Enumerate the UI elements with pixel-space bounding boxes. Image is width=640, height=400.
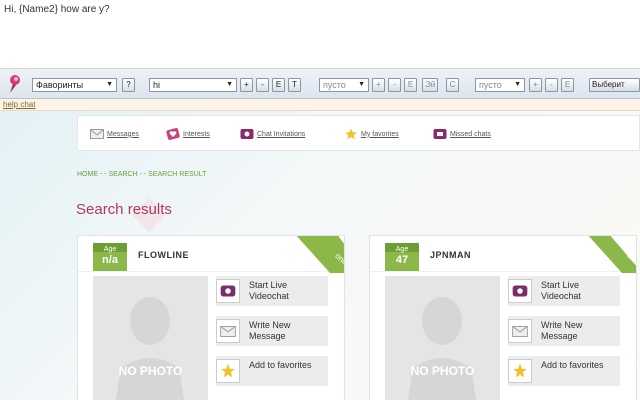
star-icon bbox=[345, 128, 357, 140]
missed-chat-icon bbox=[433, 129, 447, 139]
remove-template-button[interactable]: - bbox=[256, 78, 269, 92]
remove-button-2[interactable]: - bbox=[388, 78, 401, 92]
profile-photo[interactable]: NO PHOTO bbox=[93, 276, 208, 400]
empty-select-2-value: пусто bbox=[479, 80, 502, 90]
heart-card-icon bbox=[166, 128, 180, 140]
add-favorite-label: Add to favorites bbox=[249, 360, 312, 370]
no-photo-text: NO PHOTO bbox=[118, 364, 183, 378]
favorites-select[interactable]: Фаворинты ▼ bbox=[32, 78, 117, 92]
page-title: Search results bbox=[76, 201, 172, 218]
nav-item-favorites[interactable]: My favorites bbox=[344, 127, 399, 141]
add-button-3[interactable]: + bbox=[529, 78, 542, 92]
start-videochat-button[interactable]: Start Live Videochat bbox=[216, 276, 328, 306]
chevron-down-icon: ▼ bbox=[514, 81, 521, 88]
envelope-icon bbox=[508, 319, 532, 343]
remove-button-3[interactable]: - bbox=[545, 78, 558, 92]
empty-select-1[interactable]: пусто ▼ bbox=[319, 78, 369, 92]
message-template-select[interactable]: hi ▼ bbox=[149, 78, 237, 92]
nav-item-interests[interactable]: Interests bbox=[166, 127, 210, 141]
add-button-2[interactable]: + bbox=[372, 78, 385, 92]
online-ribbon: online bbox=[588, 236, 636, 273]
video-chat-icon bbox=[240, 129, 254, 139]
page-content: Messages Interests Chat Invitations My f… bbox=[0, 111, 640, 400]
person-silhouette-icon bbox=[407, 297, 477, 400]
help-chat-bar: help chat bbox=[0, 99, 640, 111]
breadcrumb[interactable]: HOME - - SEARCH - - SEARCH RESULT bbox=[77, 171, 206, 178]
age-badge: Age 47 bbox=[385, 243, 419, 271]
add-template-button[interactable]: + bbox=[240, 78, 253, 92]
age-value: n/a bbox=[102, 254, 118, 266]
text-template-button[interactable]: T bbox=[288, 78, 301, 92]
start-videochat-label: Start Live Videochat bbox=[249, 280, 289, 301]
nav-label-messages: Messages bbox=[107, 130, 139, 138]
ey-button[interactable]: Эй bbox=[422, 78, 439, 92]
nav-item-chat-invitations[interactable]: Chat Invitations bbox=[240, 127, 305, 141]
nav-label-chat-invitations: Chat Invitations bbox=[257, 130, 306, 138]
write-message-button[interactable]: Write New Message bbox=[508, 316, 620, 346]
envelope-icon bbox=[90, 129, 104, 139]
chevron-down-icon: ▼ bbox=[226, 81, 233, 88]
no-photo-text: NO PHOTO bbox=[410, 364, 475, 378]
edit-template-button[interactable]: E bbox=[272, 78, 285, 92]
message-template-value: hi bbox=[153, 80, 161, 90]
nav-label-interests: Interests bbox=[183, 130, 210, 138]
profile-card: Age n/a FLOWLINE online NO PHOTO Start L… bbox=[77, 235, 345, 400]
add-favorite-button[interactable]: Add to favorites bbox=[216, 356, 328, 386]
profile-photo[interactable]: NO PHOTO bbox=[385, 276, 500, 400]
empty-select-1-value: пусто bbox=[323, 80, 346, 90]
nav-item-messages[interactable]: Messages bbox=[90, 127, 139, 141]
age-label: Age bbox=[103, 246, 117, 253]
add-favorite-label: Add to favorites bbox=[541, 360, 604, 370]
star-icon bbox=[216, 359, 240, 383]
online-ribbon: online bbox=[296, 236, 344, 273]
favorites-select-value: Фаворинты bbox=[36, 80, 84, 90]
edit-button-3[interactable]: E bbox=[561, 78, 574, 92]
age-label: Age bbox=[395, 246, 409, 253]
help-chat-link[interactable]: help chat bbox=[3, 100, 35, 109]
write-message-button[interactable]: Write New Message bbox=[216, 316, 328, 346]
star-icon bbox=[508, 359, 532, 383]
write-message-label: Write New Message bbox=[541, 320, 583, 341]
add-favorite-button[interactable]: Add to favorites bbox=[508, 356, 620, 386]
nav-label-missed-chats: Missed chats bbox=[450, 130, 491, 138]
chat-message-text: Hi, {Name2} how are y? bbox=[4, 4, 110, 15]
help-button[interactable]: ? bbox=[122, 78, 135, 92]
write-message-label: Write New Message bbox=[249, 320, 291, 341]
s-button[interactable]: С bbox=[446, 78, 459, 92]
profile-username[interactable]: JPNMAN bbox=[430, 250, 471, 260]
profile-username[interactable]: FLOWLINE bbox=[138, 250, 189, 260]
chevron-down-icon: ▼ bbox=[358, 81, 365, 88]
webcam-icon bbox=[216, 279, 240, 303]
profile-card-header: Age n/a FLOWLINE online bbox=[78, 236, 344, 273]
empty-select-2[interactable]: пусто ▼ bbox=[475, 78, 525, 92]
person-silhouette-icon bbox=[115, 297, 185, 400]
envelope-icon bbox=[216, 319, 240, 343]
age-value: 47 bbox=[395, 254, 409, 266]
chat-toolbar: Фаворинты ▼ ? hi ▼ + - E T пусто ▼ + - E… bbox=[0, 69, 640, 99]
age-badge: Age n/a bbox=[93, 243, 127, 271]
webcam-icon bbox=[508, 279, 532, 303]
top-nav: Messages Interests Chat Invitations My f… bbox=[77, 115, 640, 151]
chevron-down-icon: ▼ bbox=[106, 81, 113, 88]
chat-message-input[interactable]: Hi, {Name2} how are y? bbox=[0, 0, 640, 69]
pin-logo-icon[interactable] bbox=[4, 73, 26, 95]
start-videochat-label: Start Live Videochat bbox=[541, 280, 581, 301]
start-videochat-button[interactable]: Start Live Videochat bbox=[508, 276, 620, 306]
nav-label-favorites: My favorites bbox=[361, 130, 399, 138]
choose-button[interactable]: Выберит bbox=[589, 78, 640, 92]
edit-button-2[interactable]: E bbox=[404, 78, 417, 92]
nav-item-missed-chats[interactable]: Missed chats bbox=[433, 127, 491, 141]
profile-card-header: Age 47 JPNMAN online bbox=[370, 236, 636, 273]
profile-card: Age 47 JPNMAN online NO PHOTO Start Live… bbox=[369, 235, 637, 400]
